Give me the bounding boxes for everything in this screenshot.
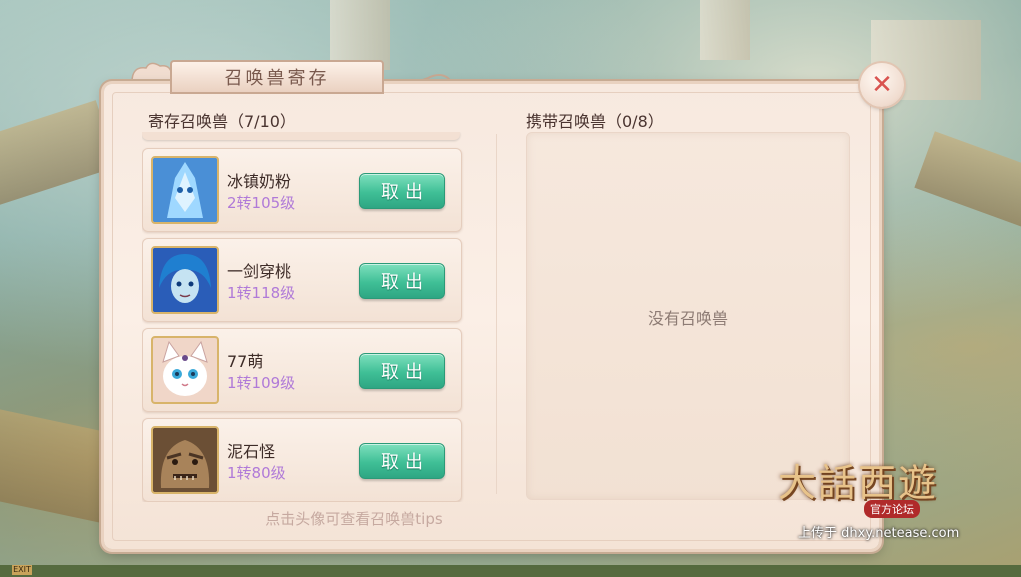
take-out-button[interactable]: 取出 xyxy=(359,353,445,389)
pet-level: 2转105级 xyxy=(227,194,296,212)
exit-badge[interactable]: EXIT xyxy=(12,565,32,575)
pet-level: 1转109级 xyxy=(227,374,296,392)
pet-level: 1转80级 xyxy=(227,464,286,482)
pet-name: 冰镇奶粉 xyxy=(227,172,292,191)
white-cat-avatar[interactable] xyxy=(151,336,219,404)
pet-card: 一剑穿桃 1转118级 取出 xyxy=(142,238,462,322)
ice-beast-avatar[interactable] xyxy=(151,156,219,224)
background-pillar xyxy=(700,0,750,60)
background-roof xyxy=(0,407,118,523)
mud-rock-monster-avatar[interactable] xyxy=(151,426,219,494)
ice-beast-icon xyxy=(153,158,217,222)
stored-pets-label: 寄存召唤兽（7/10） xyxy=(148,112,296,131)
list-scroll-edge xyxy=(142,132,460,140)
white-cat-icon xyxy=(153,338,217,402)
blue-haired-warrior-icon xyxy=(153,248,217,312)
pet-card: 77萌 1转109级 取出 xyxy=(142,328,462,412)
take-out-button[interactable]: 取出 xyxy=(359,443,445,479)
blue-haired-warrior-avatar[interactable] xyxy=(151,246,219,314)
pet-level: 1转118级 xyxy=(227,284,296,302)
stored-pets-list[interactable]: 冰镇奶粉 2转105级 取出 一剑穿桃 1转118级 取出 77萌 1转109级… xyxy=(142,132,464,502)
watermark: 大話西遊 官方论坛 上传于 dhxy.netease.com xyxy=(778,452,998,547)
watermark-sub: 官方论坛 xyxy=(864,500,920,518)
take-out-button[interactable]: 取出 xyxy=(359,263,445,299)
pet-card: 冰镇奶粉 2转105级 取出 xyxy=(142,148,462,232)
hint-text: 点击头像可查看召唤兽tips xyxy=(265,510,443,528)
section-divider xyxy=(496,134,497,494)
watermark-logo: 大話西遊 xyxy=(778,461,939,505)
background-roof xyxy=(0,100,118,210)
carried-pets-panel: 没有召唤兽 xyxy=(526,132,850,500)
pet-name: 泥石怪 xyxy=(227,442,276,461)
watermark-url: 上传于 dhxy.netease.com xyxy=(798,526,960,541)
take-out-button[interactable]: 取出 xyxy=(359,173,445,209)
dialog-title: 召唤兽寄存 xyxy=(170,60,384,94)
close-icon: ✕ xyxy=(871,70,893,100)
pet-name: 77萌 xyxy=(227,352,264,371)
pet-card: 泥石怪 1转80级 取出 xyxy=(142,418,462,502)
close-button[interactable]: ✕ xyxy=(860,63,904,107)
pet-name: 一剑穿桃 xyxy=(227,262,292,281)
background-roof xyxy=(914,131,1021,229)
empty-state-text: 没有召唤兽 xyxy=(647,309,728,328)
background-ground xyxy=(0,565,1021,577)
pet-storage-dialog: 寄存召唤兽（7/10） 携带召唤兽（0/8） 冰镇奶粉 2转105级 取出 一剑… xyxy=(104,84,879,549)
mud-rock-monster-icon xyxy=(153,428,217,492)
carried-pets-label: 携带召唤兽（0/8） xyxy=(526,112,664,131)
